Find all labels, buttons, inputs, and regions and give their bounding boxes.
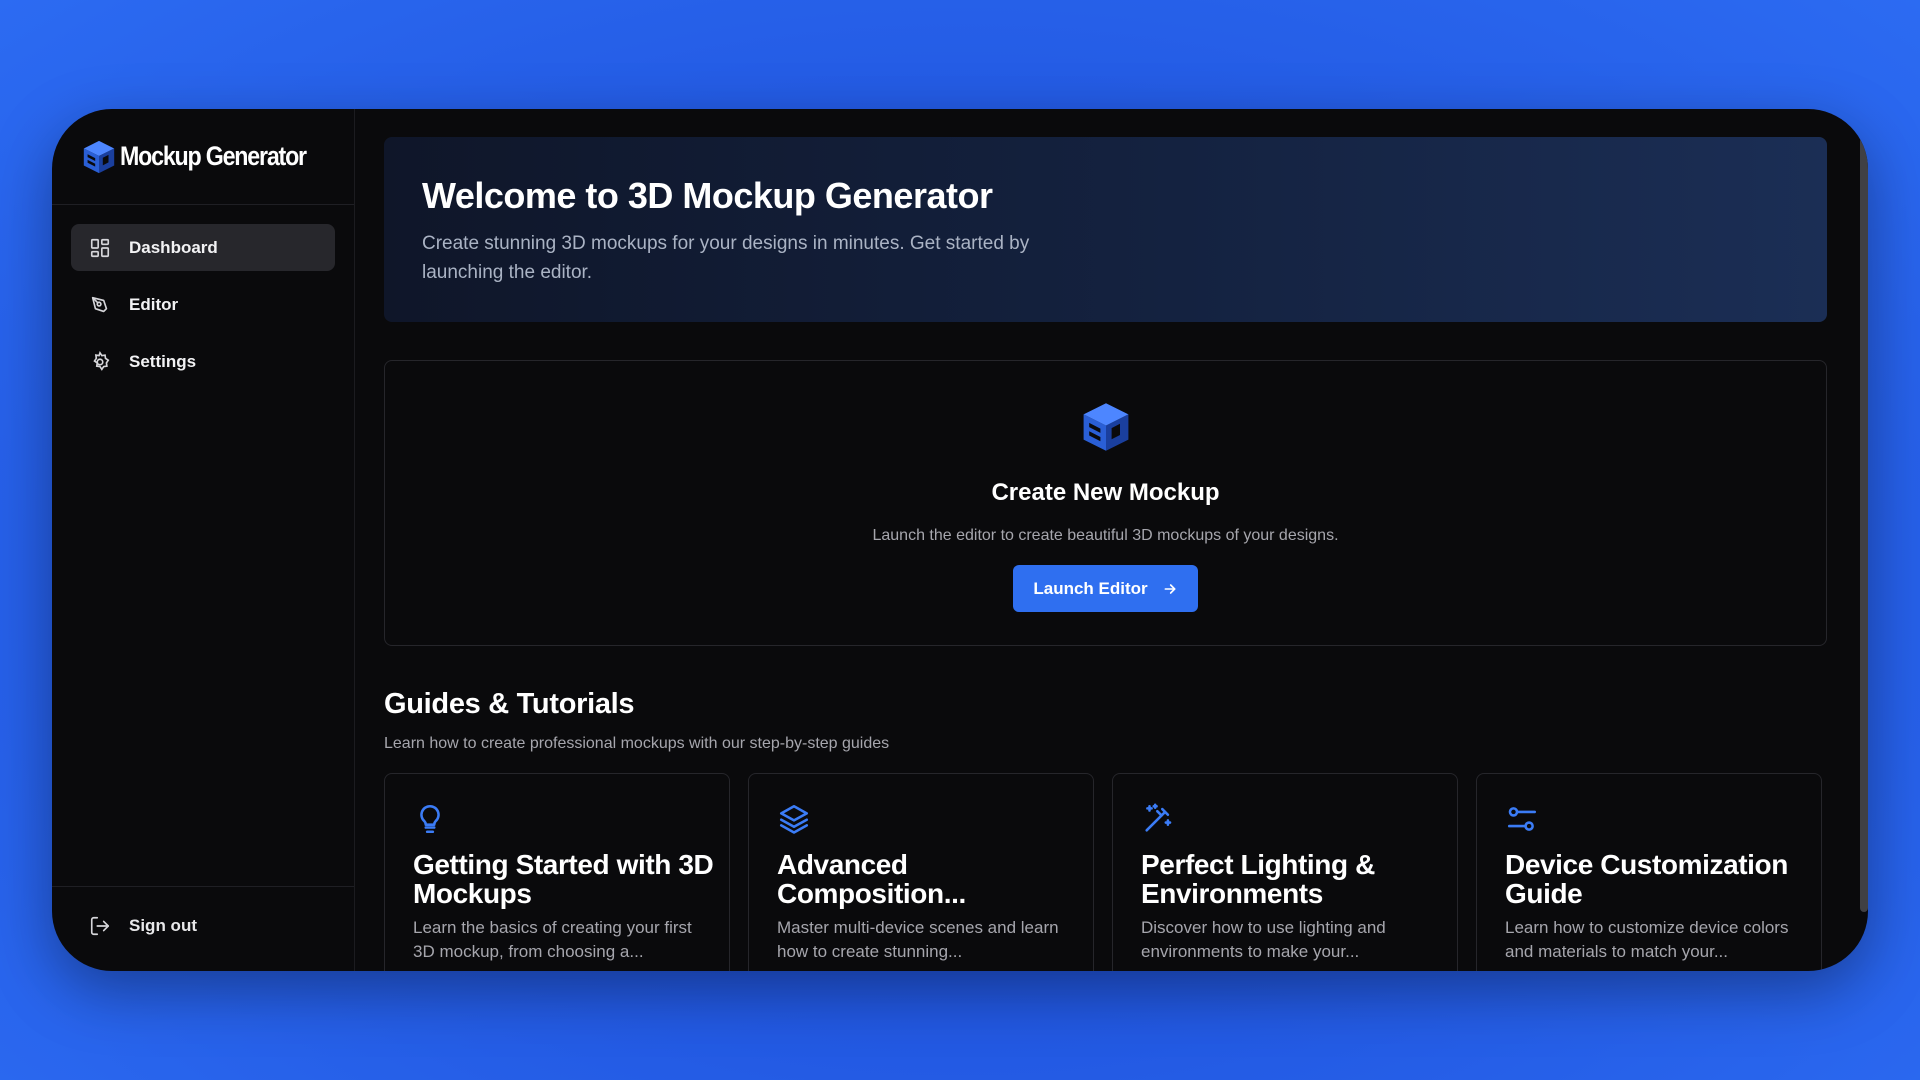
guide-description: Discover how to use lighting and environ… (1141, 918, 1386, 961)
guides-subtitle: Learn how to create professional mockups… (384, 735, 890, 752)
guide-description: Learn the basics of creating your first … (413, 918, 692, 961)
sidebar-nav: Dashboard Editor Settings (52, 205, 354, 395)
welcome-banner: Welcome to 3D Mockup Generator Create st… (384, 137, 1827, 322)
create-subtitle: Launch the editor to create beautiful 3D… (872, 527, 1339, 544)
sidebar-item-label: Settings (129, 351, 197, 371)
main-content: Welcome to 3D Mockup Generator Create st… (355, 109, 1868, 971)
page-title: Welcome to 3D Mockup Generator (422, 175, 993, 216)
sidebar: Mockup Generator Dashboard Editor Settin… (52, 109, 355, 971)
sidebar-item-settings[interactable]: Settings (71, 338, 335, 385)
layers-icon (779, 804, 809, 834)
sidebar-item-editor[interactable]: Editor (71, 281, 335, 328)
launch-editor-button[interactable]: Launch Editor (1013, 565, 1198, 612)
guide-description: Learn how to customize device colors and… (1505, 918, 1789, 961)
create-mockup-card: Create New Mockup Launch the editor to c… (384, 360, 1827, 646)
guide-card-advanced-composition[interactable]: Advanced Composition... Master multi-dev… (748, 773, 1094, 971)
guide-card-lighting[interactable]: Perfect Lighting & Environments Discover… (1112, 773, 1458, 971)
guides-heading: Guides & Tutorials (384, 688, 635, 720)
guide-title: Advanced Composition... (777, 849, 966, 909)
guide-title: Getting Started with 3D Mockups (413, 849, 714, 909)
sidebar-item-label: Dashboard (129, 237, 218, 257)
sidebar-item-dashboard[interactable]: Dashboard (71, 224, 335, 271)
lightbulb-icon (420, 804, 440, 834)
pen-tool-icon (89, 294, 111, 316)
sliders-icon (1507, 807, 1537, 831)
guide-card-getting-started[interactable]: Getting Started with 3D Mockups Learn th… (384, 773, 730, 971)
gear-icon (89, 350, 111, 373)
app-name: Mockup Generator (120, 141, 307, 171)
sign-out-button[interactable]: Sign out (89, 915, 354, 937)
guide-title: Perfect Lighting & Environments (1141, 849, 1375, 909)
app-window: Mockup Generator Dashboard Editor Settin… (52, 109, 1868, 971)
scrollbar[interactable] (1860, 137, 1868, 912)
sign-out-icon (89, 915, 111, 937)
guide-description: Master multi-device scenes and learn how… (777, 918, 1059, 961)
guide-title: Device Customization Guide (1505, 849, 1788, 909)
launch-editor-label: Launch Editor (1033, 578, 1148, 598)
sidebar-footer: Sign out (52, 886, 354, 971)
page-subtitle: Create stunning 3D mockups for your desi… (422, 233, 1030, 283)
sidebar-item-label: Editor (129, 294, 179, 314)
guides-list: Getting Started with 3D Mockups Learn th… (384, 773, 1868, 971)
guide-card-device-customization[interactable]: Device Customization Guide Learn how to … (1476, 773, 1822, 971)
dashboard-grid-icon (89, 237, 111, 259)
brand[interactable]: Mockup Generator (52, 109, 354, 205)
magic-wand-icon (1145, 803, 1172, 832)
sign-out-label: Sign out (129, 916, 197, 935)
create-title: Create New Mockup (991, 479, 1220, 506)
cube-logo-icon (83, 140, 115, 173)
arrow-right-icon (1164, 583, 1176, 594)
cube-logo-icon (1083, 403, 1128, 451)
